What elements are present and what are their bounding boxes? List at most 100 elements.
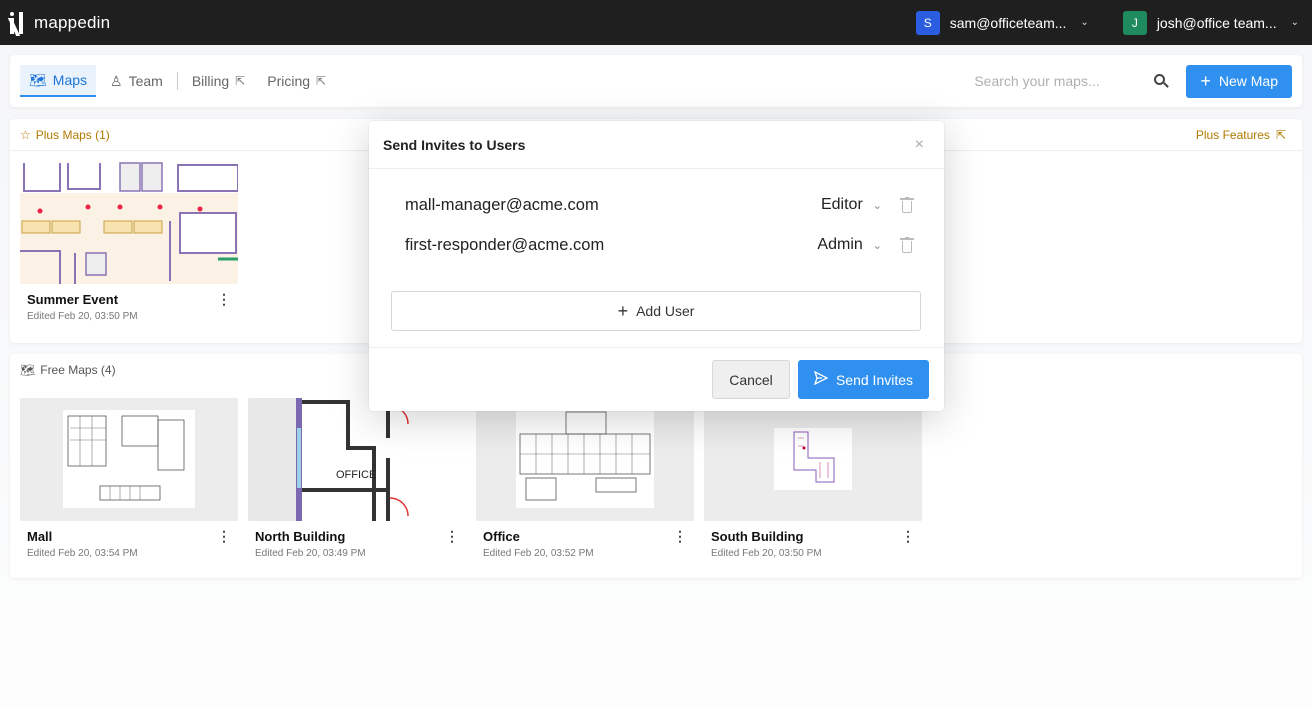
map-name: Mall [27, 529, 53, 544]
tab-label: Billing [191, 73, 230, 89]
map-name: South Building [711, 529, 804, 544]
search-icon[interactable] [1154, 74, 1170, 88]
section-title: Plus Maps (1) [35, 127, 110, 142]
tab-label: Pricing [267, 73, 311, 89]
map-thumbnail [20, 161, 238, 284]
new-map-label: New Map [1218, 73, 1278, 89]
map-icon: 🗺 [20, 363, 36, 377]
chevron-down-icon: ⌄ [872, 239, 882, 252]
edited-date: Edited Feb 20, 03:50 PM [27, 311, 138, 322]
plus-maps-title: ☆ Plus Maps (1) [20, 128, 110, 142]
send-invites-modal: Send Invites to Users × mall-manager@acm… [369, 121, 944, 411]
map-name: Summer Event [27, 292, 119, 307]
card-footer: South Building Edited Feb 20, 03:50 PM ⋮ [704, 521, 922, 559]
more-options-icon[interactable]: ⋮ [217, 529, 231, 559]
send-icon [813, 370, 829, 388]
map-name: North Building [255, 529, 346, 544]
free-maps-title: 🗺 Free Maps (4) [20, 363, 116, 377]
send-invites-button[interactable]: Send Invites [798, 360, 929, 399]
map-card[interactable]: Mall Edited Feb 20, 03:54 PM ⋮ [20, 398, 238, 559]
role-value: Admin [817, 236, 863, 253]
search-input[interactable] [974, 73, 1145, 89]
map-thumbnail [20, 398, 238, 521]
card-footer: Office Edited Feb 20, 03:52 PM ⋮ [476, 521, 694, 559]
mappedin-logo[interactable]: mappedin [7, 11, 111, 36]
plus-features-link[interactable]: Plus Features ⇱ [1196, 128, 1286, 142]
card-footer: North Building Edited Feb 20, 03:49 PM ⋮ [248, 521, 466, 559]
edited-date: Edited Feb 20, 03:49 PM [255, 548, 366, 559]
main-nav: 🗺 Maps ♙ Team Billing ⇱ Pricing ⇱ + New … [10, 55, 1302, 107]
more-options-icon[interactable]: ⋮ [217, 292, 231, 322]
external-link-icon: ⇱ [1275, 127, 1286, 142]
account-switcher: S sam@officeteam... ⌄ J josh@office team… [915, 10, 1299, 35]
new-map-button[interactable]: + New Map [1186, 64, 1292, 98]
free-map-cards: Mall Edited Feb 20, 03:54 PM ⋮ OFFICE No… [10, 386, 1302, 569]
more-options-icon[interactable]: ⋮ [673, 529, 687, 559]
edited-date: Edited Feb 20, 03:52 PM [483, 548, 594, 559]
plus-icon: + [1200, 71, 1211, 91]
tab-billing[interactable]: Billing ⇱ [184, 65, 253, 97]
card-footer: Summer Event Edited Feb 20, 03:50 PM ⋮ [20, 284, 238, 322]
section-title: Free Maps (4) [40, 363, 116, 377]
more-options-icon[interactable]: ⋮ [445, 529, 459, 559]
account-name: josh@office team... [1156, 14, 1277, 31]
top-bar: mappedin S sam@officeteam... ⌄ J josh@of… [0, 0, 1312, 45]
search-box [974, 73, 1186, 89]
trash-icon[interactable] [900, 197, 914, 213]
chevron-down-icon: ⌄ [1290, 17, 1299, 28]
map-name: Office [483, 529, 520, 544]
account-sam[interactable]: S sam@officeteam... ⌄ [915, 10, 1089, 35]
map-thumbnail [476, 398, 694, 521]
floorplan-thumbnail [476, 398, 694, 521]
account-name: sam@officeteam... [949, 14, 1067, 31]
tab-label: Maps [52, 72, 88, 88]
logo-text: mappedin [34, 12, 111, 32]
chevron-down-icon: ⌄ [1080, 17, 1089, 28]
close-icon[interactable]: × [915, 136, 924, 154]
external-link-icon: ⇱ [235, 74, 246, 88]
divider [369, 347, 944, 348]
send-invites-label: Send Invites [835, 371, 914, 388]
floorplan-thumbnail [20, 398, 238, 521]
tab-pricing[interactable]: Pricing ⇱ [259, 65, 334, 97]
chevron-down-icon: ⌄ [872, 199, 882, 212]
map-card[interactable]: Office Edited Feb 20, 03:52 PM ⋮ [476, 398, 694, 559]
tab-maps[interactable]: 🗺 Maps [20, 65, 97, 97]
map-card[interactable]: South Building Edited Feb 20, 03:50 PM ⋮ [704, 398, 922, 559]
map-card[interactable]: Summer Event Edited Feb 20, 03:50 PM ⋮ [20, 161, 238, 322]
divider [176, 72, 178, 90]
tab-team[interactable]: ♙ Team [102, 65, 171, 97]
map-icon: 🗺 [29, 71, 47, 88]
invite-list: mall-manager@acme.com Editor ⌄ first-res… [369, 169, 944, 265]
tab-label: Team [128, 73, 163, 89]
role-select[interactable]: Editor ⌄ [821, 196, 882, 214]
avatar: S [915, 10, 940, 35]
plus-icon: + [617, 301, 629, 321]
role-value: Editor [820, 196, 863, 213]
map-thumbnail: OFFICE [248, 398, 466, 521]
invite-email: mall-manager@acme.com [405, 195, 599, 214]
cancel-button[interactable]: Cancel [712, 360, 790, 399]
user-icon: ♙ [110, 72, 123, 89]
edited-date: Edited Feb 20, 03:54 PM [27, 548, 138, 559]
map-card[interactable]: OFFICE North Building Edited Feb 20, 03:… [248, 398, 466, 559]
map-thumbnail [704, 398, 922, 521]
avatar: J [1122, 10, 1147, 35]
role-select[interactable]: Admin ⌄ [817, 236, 882, 254]
more-options-icon[interactable]: ⋮ [901, 529, 915, 559]
floorplan-thumbnail [20, 161, 238, 284]
modal-header: Send Invites to Users × [369, 121, 944, 169]
invite-email: first-responder@acme.com [405, 235, 605, 254]
account-josh[interactable]: J josh@office team... ⌄ [1122, 10, 1299, 35]
invite-row: first-responder@acme.com Admin ⌄ [369, 225, 944, 265]
add-user-label: Add User [636, 303, 695, 319]
edited-date: Edited Feb 20, 03:50 PM [711, 548, 822, 559]
invite-row: mall-manager@acme.com Editor ⌄ [369, 185, 944, 225]
trash-icon[interactable] [900, 237, 914, 253]
modal-title: Send Invites to Users [383, 136, 526, 153]
plus-features-label: Plus Features [1195, 127, 1270, 142]
add-user-button[interactable]: + Add User [391, 291, 921, 331]
floorplan-thumbnail: OFFICE [248, 398, 466, 521]
office-room-label: OFFICE [336, 469, 376, 481]
floorplan-thumbnail [704, 398, 922, 521]
